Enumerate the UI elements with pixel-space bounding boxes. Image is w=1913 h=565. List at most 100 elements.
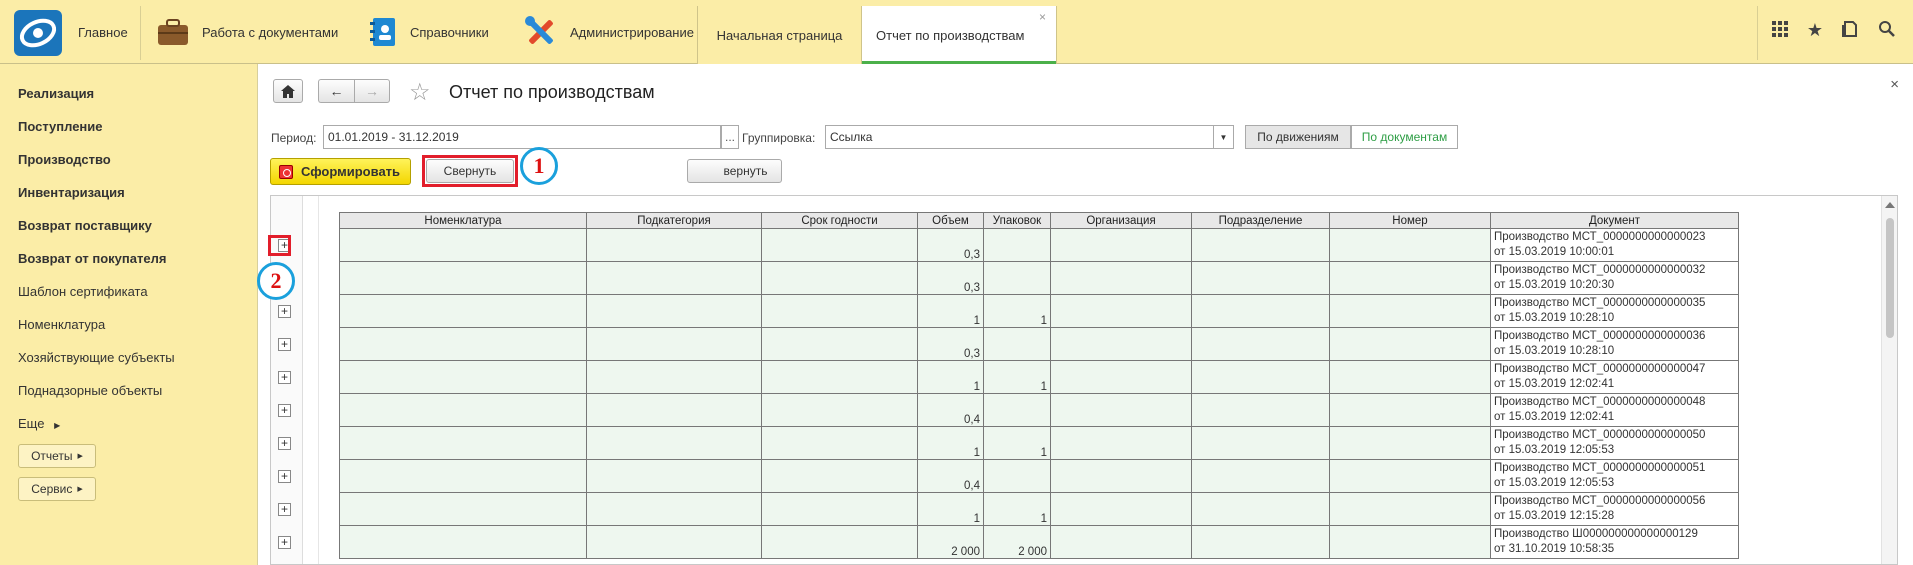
sidebar-item-certificate-template[interactable]: Шаблон сертификата: [18, 284, 148, 299]
volume-cell[interactable]: 0,3: [917, 261, 984, 295]
table-cell[interactable]: [586, 294, 762, 328]
table-cell[interactable]: [586, 459, 762, 493]
expand-group-icon[interactable]: +: [278, 437, 291, 450]
table-row[interactable]: 0,4 Производство МСТ_0000000000000048 от 1…: [339, 393, 1739, 427]
sidebar-item-more[interactable]: Еще ▶: [18, 416, 60, 431]
table-cell[interactable]: [586, 492, 762, 526]
table-cell[interactable]: [339, 426, 587, 460]
expand-group-icon[interactable]: +: [278, 404, 291, 417]
favorite-star-icon[interactable]: ☆: [409, 78, 431, 107]
table-row[interactable]: 1 1 Производство МСТ_0000000000000047 от 15…: [339, 360, 1739, 394]
table-cell[interactable]: [586, 393, 762, 427]
back-button[interactable]: ←: [318, 79, 354, 103]
document-cell[interactable]: Производство Ш000000000000000129 от 31.10…: [1490, 525, 1739, 559]
table-cell[interactable]: [1050, 426, 1192, 460]
table-cell[interactable]: [1050, 261, 1192, 295]
table-cell[interactable]: [339, 393, 587, 427]
table-cell[interactable]: [339, 228, 587, 262]
scroll-thumb[interactable]: [1886, 218, 1894, 338]
expand-button[interactable]: вернуть: [687, 159, 782, 183]
document-cell[interactable]: Производство МСТ_0000000000000023 от 15.0…: [1490, 228, 1739, 262]
packs-cell[interactable]: 1: [983, 492, 1051, 526]
app-logo-icon[interactable]: [14, 10, 62, 56]
service-button[interactable]: Сервис ▶: [18, 477, 96, 501]
table-row[interactable]: 2 000 2 000 Производство Ш0000000000000001…: [339, 525, 1739, 559]
expand-group-icon[interactable]: +: [278, 371, 291, 384]
table-cell[interactable]: [1191, 261, 1330, 295]
packs-cell[interactable]: 2 000: [983, 525, 1051, 559]
history-icon[interactable]: [1838, 20, 1862, 44]
sidebar-item-return-supplier[interactable]: Возврат поставщику: [18, 218, 152, 233]
document-cell[interactable]: Производство МСТ_0000000000000035 от 15.0…: [1490, 294, 1739, 328]
table-row[interactable]: 1 1 Производство МСТ_0000000000000035 от 15…: [339, 294, 1739, 328]
document-cell[interactable]: Производство МСТ_0000000000000056 от 15.0…: [1490, 492, 1739, 526]
table-cell[interactable]: [1329, 393, 1491, 427]
table-cell[interactable]: [1050, 492, 1192, 526]
table-cell[interactable]: [761, 492, 918, 526]
volume-cell[interactable]: 2 000: [917, 525, 984, 559]
packs-cell[interactable]: 1: [983, 360, 1051, 394]
table-cell[interactable]: [1329, 492, 1491, 526]
nav-refs[interactable]: Справочники: [368, 0, 489, 64]
period-field[interactable]: 01.01.2019 - 31.12.2019: [323, 125, 721, 149]
expand-group-icon[interactable]: +: [278, 536, 291, 549]
generate-button[interactable]: Сформировать: [270, 158, 411, 185]
table-cell[interactable]: [339, 360, 587, 394]
packs-cell[interactable]: [983, 261, 1051, 295]
table-cell[interactable]: [1329, 261, 1491, 295]
sidebar-item-return-customer[interactable]: Возврат от покупателя: [18, 251, 166, 266]
table-row[interactable]: 1 1 Производство МСТ_0000000000000050 от 15…: [339, 426, 1739, 460]
table-cell[interactable]: [1329, 525, 1491, 559]
table-cell[interactable]: [1050, 525, 1192, 559]
table-cell[interactable]: [586, 327, 762, 361]
table-cell[interactable]: [761, 327, 918, 361]
table-cell[interactable]: [761, 525, 918, 559]
table-cell[interactable]: [1329, 360, 1491, 394]
volume-cell[interactable]: 1: [917, 492, 984, 526]
search-icon[interactable]: [1875, 20, 1899, 44]
document-cell[interactable]: Производство МСТ_0000000000000048 от 15.0…: [1490, 393, 1739, 427]
table-cell[interactable]: [1329, 327, 1491, 361]
table-cell[interactable]: [586, 525, 762, 559]
table-cell[interactable]: [1191, 294, 1330, 328]
table-row[interactable]: 0,3 Производство МСТ_0000000000000036 от 1…: [339, 327, 1739, 361]
sidebar-item-production[interactable]: Производство: [18, 152, 111, 167]
packs-cell[interactable]: [983, 459, 1051, 493]
table-cell[interactable]: [1191, 492, 1330, 526]
table-cell[interactable]: [761, 261, 918, 295]
volume-cell[interactable]: 0,3: [917, 327, 984, 361]
volume-cell[interactable]: 1: [917, 294, 984, 328]
table-row[interactable]: 0,4 Производство МСТ_0000000000000051 от 1…: [339, 459, 1739, 493]
by-docs-button[interactable]: По документам: [1351, 125, 1458, 149]
table-cell[interactable]: [1329, 294, 1491, 328]
table-cell[interactable]: [586, 261, 762, 295]
table-cell[interactable]: [339, 261, 587, 295]
volume-cell[interactable]: 1: [917, 426, 984, 460]
table-cell[interactable]: [586, 426, 762, 460]
table-cell[interactable]: [761, 360, 918, 394]
packs-cell[interactable]: 1: [983, 426, 1051, 460]
reports-button[interactable]: Отчеты ▶: [18, 444, 96, 468]
table-cell[interactable]: [1191, 459, 1330, 493]
table-cell[interactable]: [761, 393, 918, 427]
sidebar-item-receipts[interactable]: Поступление: [18, 119, 103, 134]
document-cell[interactable]: Производство МСТ_0000000000000047 от 15.0…: [1490, 360, 1739, 394]
table-cell[interactable]: [1191, 525, 1330, 559]
scroll-up-icon[interactable]: [1885, 202, 1895, 208]
table-row[interactable]: 0,3 Производство МСТ_0000000000000023 от 1…: [339, 228, 1739, 262]
table-cell[interactable]: [761, 294, 918, 328]
table-cell[interactable]: [1191, 360, 1330, 394]
table-row[interactable]: 0,3 Производство МСТ_0000000000000032 от 1…: [339, 261, 1739, 295]
volume-cell[interactable]: 0,4: [917, 393, 984, 427]
table-cell[interactable]: [1329, 228, 1491, 262]
table-cell[interactable]: [1050, 459, 1192, 493]
table-cell[interactable]: [1191, 426, 1330, 460]
document-cell[interactable]: Производство МСТ_0000000000000051 от 15.0…: [1490, 459, 1739, 493]
sidebar-item-objects[interactable]: Поднадзорные объекты: [18, 383, 162, 398]
table-cell[interactable]: [761, 459, 918, 493]
nav-docs[interactable]: Работа с документами: [156, 0, 338, 64]
forward-button[interactable]: →: [354, 79, 390, 103]
table-cell[interactable]: [339, 327, 587, 361]
report-spreadsheet[interactable]: + + + + + + + + + Номенклатура Подкатего…: [270, 195, 1898, 565]
document-cell[interactable]: Производство МСТ_0000000000000036 от 15.0…: [1490, 327, 1739, 361]
